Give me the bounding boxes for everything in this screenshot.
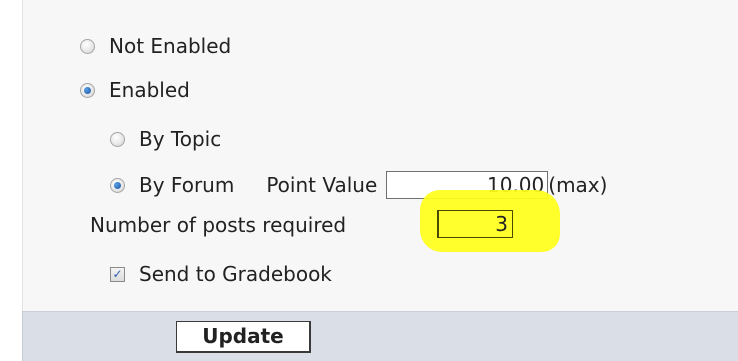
not-enabled-radio[interactable] <box>80 38 95 54</box>
enabled-option[interactable]: Enabled <box>80 75 190 105</box>
by-topic-label: By Topic <box>139 127 222 151</box>
send-to-gradebook-checkbox[interactable]: ✓ <box>110 266 125 282</box>
enabled-radio[interactable] <box>80 82 95 98</box>
by-forum-label: By Forum <box>139 173 235 197</box>
enabled-label: Enabled <box>109 78 190 102</box>
posts-required-input[interactable]: 3 <box>437 210 513 238</box>
posts-required-row: Number of posts required <box>90 210 346 240</box>
by-forum-radio[interactable] <box>110 177 125 193</box>
by-topic-radio[interactable] <box>110 131 125 147</box>
action-bar <box>22 311 738 361</box>
by-topic-option[interactable]: By Topic <box>110 124 221 154</box>
posts-required-label: Number of posts required <box>90 213 347 237</box>
not-enabled-label: Not Enabled <box>109 34 232 58</box>
max-label: (max) <box>548 173 608 197</box>
send-to-gradebook-option[interactable]: ✓ Send to Gradebook <box>110 259 332 289</box>
update-button[interactable]: Update <box>176 321 311 353</box>
send-to-gradebook-label: Send to Gradebook <box>139 262 332 286</box>
not-enabled-option[interactable]: Not Enabled <box>80 31 231 61</box>
point-value-label: Point Value <box>266 173 378 197</box>
